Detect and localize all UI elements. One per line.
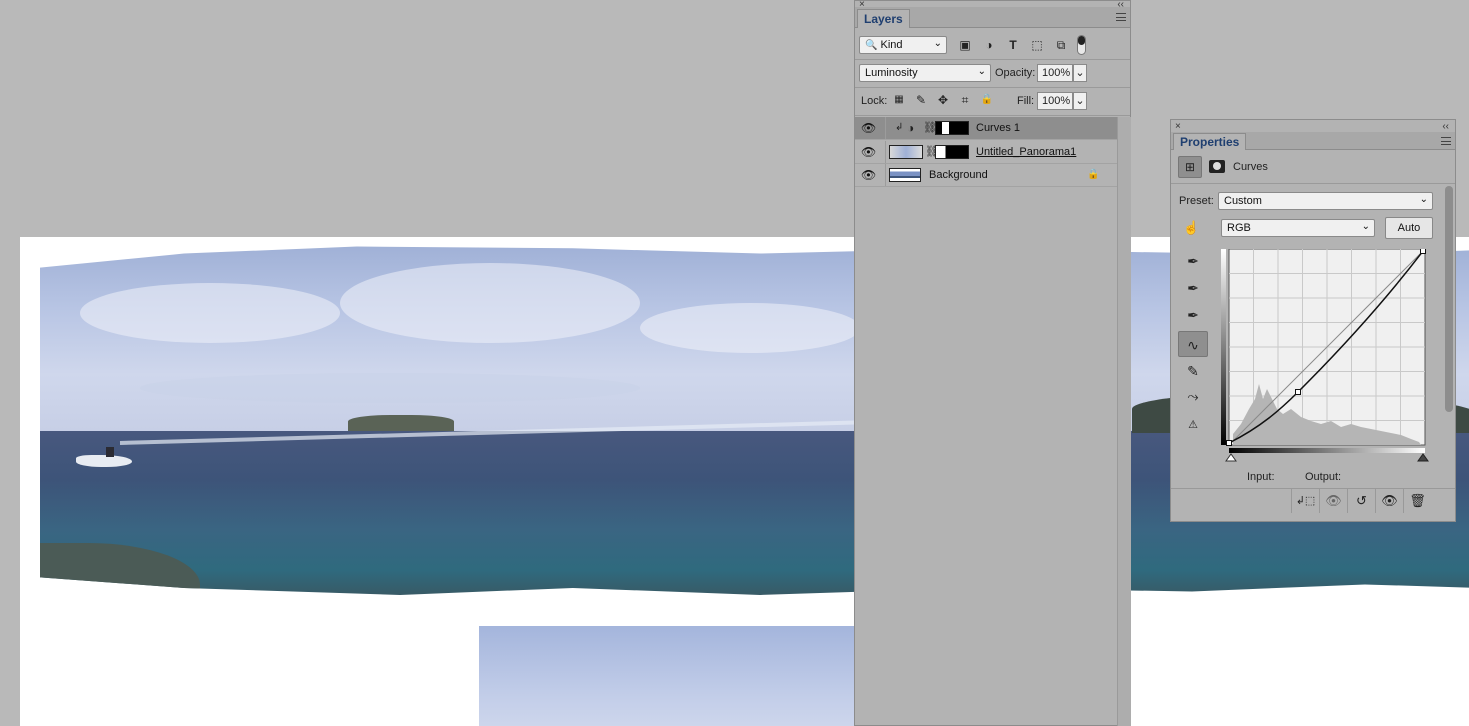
fill-value: 100% [1042, 95, 1071, 107]
layers-tabbar: Layers [855, 7, 1130, 28]
smart-object-filter-icon[interactable]: ⧉ [1053, 37, 1069, 53]
layer-thumbnail [889, 168, 921, 182]
clip-to-layer-icon[interactable]: ↲⬚ [1291, 489, 1319, 513]
layers-list: 👁 ↲ ◑ ⛓ Curves 1 👁 ⛓ Untitled_Panorama1 … [855, 117, 1117, 726]
filter-kind-label: Kind [880, 39, 903, 51]
opacity-dropdown[interactable]: ⌄ [1073, 64, 1087, 82]
boat [76, 455, 132, 467]
opacity-field[interactable]: 100% [1037, 64, 1073, 82]
layer-thumbnail [889, 145, 923, 159]
properties-tabbar: Properties [1171, 132, 1455, 150]
reset-icon[interactable]: ↺ [1347, 489, 1375, 513]
auto-button[interactable]: Auto [1385, 217, 1433, 239]
view-previous-state-icon[interactable]: 👁 [1319, 489, 1347, 513]
chevron-down-icon: ⌄ [933, 38, 942, 49]
layer-row-panorama[interactable]: 👁 ⛓ Untitled_Panorama1 [855, 141, 1117, 164]
layer-mask-thumbnail [935, 121, 969, 135]
output-label: Output: [1305, 471, 1342, 483]
curves-graph-svg[interactable] [1221, 248, 1431, 463]
layer-name[interactable]: Untitled_Panorama1 [976, 146, 1076, 158]
preset-label: Preset: [1179, 195, 1214, 207]
chevron-down-icon: ⌄ [1075, 95, 1085, 107]
chevron-down-icon: ⌄ [1361, 221, 1370, 232]
smooth-curve-icon[interactable]: ⤳ [1178, 383, 1208, 409]
collapse-panel-icon[interactable]: ‹‹ [1442, 122, 1449, 132]
curves-adjust-icon[interactable]: ⊞ [1178, 156, 1202, 178]
layers-scrollbar[interactable] [1117, 117, 1131, 726]
layer-name[interactable]: Curves 1 [976, 122, 1020, 134]
fill-dropdown[interactable]: ⌄ [1073, 92, 1087, 110]
tab-properties[interactable]: Properties [1173, 133, 1247, 150]
lock-transparent-icon[interactable]: ▦ [891, 92, 907, 108]
properties-title: Curves [1233, 161, 1268, 173]
fill-label: Fill: [1017, 95, 1035, 107]
tab-layers[interactable]: Layers [857, 9, 910, 28]
filter-kind-select[interactable]: 🔍 Kind ⌄ [859, 36, 947, 54]
photoshop-workspace: × ‹‹ Layers 🔍 Kind ⌄ ▣ ◑ T ⬚ ⧉ Luminosit… [0, 0, 1469, 726]
lock-artboard-icon[interactable]: ⌗ [957, 92, 973, 108]
lock-icon: 🔒 [1087, 169, 1100, 180]
gray-point-eyedropper-icon[interactable]: ✒ [1178, 275, 1208, 301]
panel-menu-icon[interactable] [1116, 13, 1126, 21]
fill-field[interactable]: 100% [1037, 92, 1073, 110]
clip-arrow-icon: ↲ [895, 122, 904, 133]
visibility-eye-icon[interactable]: 👁 [861, 121, 876, 135]
targeted-adjustment-icon[interactable]: ☝ [1183, 220, 1199, 236]
input-label: Input: [1247, 471, 1275, 483]
layer-name[interactable]: Background [929, 169, 988, 181]
delete-icon[interactable]: 🗑 [1403, 489, 1431, 513]
black-point-eyedropper-icon[interactable]: ✒ [1178, 248, 1208, 274]
chevron-down-icon: ⌄ [977, 66, 986, 77]
chevron-down-icon: ⌄ [1075, 67, 1085, 79]
type-filter-icon[interactable]: T [1005, 37, 1021, 53]
channel-select[interactable]: RGB ⌄ [1221, 219, 1375, 237]
opacity-value: 100% [1042, 67, 1071, 79]
layer-mask-thumbnail [935, 145, 969, 159]
white-point-eyedropper-icon[interactable]: ✒ [1178, 302, 1208, 328]
chevron-down-icon: ⌄ [1419, 194, 1428, 205]
adjustment-layer-icon: ◑ [907, 121, 915, 135]
panorama-image-bottom [479, 626, 899, 726]
visibility-eye-icon[interactable]: 👁 [861, 168, 876, 182]
island [348, 415, 454, 431]
opacity-label: Opacity: [995, 67, 1036, 79]
visibility-eye-icon[interactable]: 👁 [861, 145, 876, 159]
blend-mode-label: Luminosity [865, 67, 918, 79]
clipping-warning-icon[interactable]: ⚠ [1178, 412, 1208, 438]
curve-points-icon[interactable]: ∿ [1178, 331, 1208, 357]
pencil-draw-icon[interactable]: ✎ [1178, 358, 1208, 384]
close-panel-icon[interactable]: × [1175, 122, 1181, 132]
lock-pixels-icon[interactable]: ✎ [913, 92, 929, 108]
layer-row-background[interactable]: 👁 Background 🔒 [855, 164, 1117, 187]
properties-footer: ↲⬚ 👁 ↺ 👁 🗑 [1171, 488, 1455, 514]
adjustment-filter-icon[interactable]: ◑ [981, 37, 997, 53]
shape-filter-icon[interactable]: ⬚ [1029, 37, 1045, 53]
lock-all-icon[interactable]: 🔒 [979, 92, 995, 108]
blend-mode-select[interactable]: Luminosity ⌄ [859, 64, 991, 82]
properties-scrollbar[interactable] [1445, 186, 1453, 412]
lock-position-icon[interactable]: ✥ [935, 92, 951, 108]
preset-select[interactable]: Custom ⌄ [1218, 192, 1433, 210]
image-filter-icon[interactable]: ▣ [957, 37, 973, 53]
panel-menu-icon[interactable] [1441, 137, 1451, 145]
white-point-slider [1417, 453, 1429, 462]
properties-panel: × ‹‹ Properties ⊞ Curves Preset: Custom … [1170, 119, 1456, 522]
layers-panel: × ‹‹ Layers 🔍 Kind ⌄ ▣ ◑ T ⬚ ⧉ Luminosit… [854, 0, 1131, 726]
filter-toggle-icon[interactable] [1077, 35, 1086, 55]
lock-label: Lock: [861, 95, 888, 107]
mask-icon[interactable] [1209, 160, 1225, 173]
channel-value: RGB [1227, 222, 1251, 234]
toggle-visibility-icon[interactable]: 👁 [1375, 489, 1403, 513]
curves-graph[interactable] [1221, 248, 1431, 463]
search-icon: 🔍 [865, 40, 878, 51]
black-point-slider [1225, 453, 1237, 462]
preset-value: Custom [1224, 195, 1262, 207]
layer-row-curves[interactable]: 👁 ↲ ◑ ⛓ Curves 1 [855, 117, 1117, 140]
